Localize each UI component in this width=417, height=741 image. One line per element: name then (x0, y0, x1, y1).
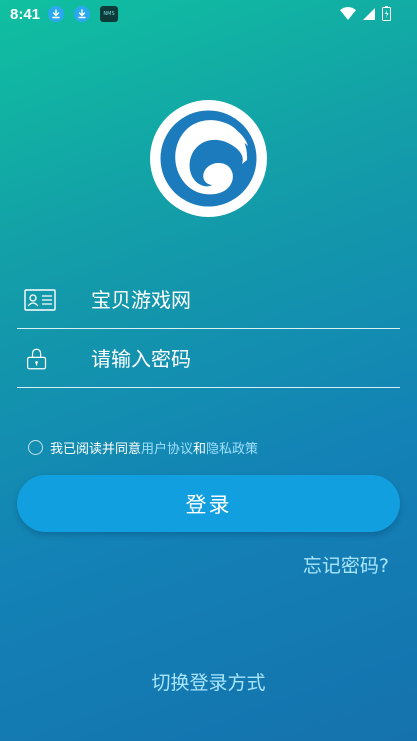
switch-login-method-link[interactable]: 切换登录方式 (0, 668, 417, 695)
username-input[interactable]: 宝贝游戏网 (91, 285, 191, 315)
download-icon (74, 6, 91, 22)
lock-icon (27, 348, 47, 370)
status-time: 8:41 (10, 5, 41, 23)
download-icon (48, 6, 65, 22)
signal-icon (363, 7, 375, 20)
agreement-radio[interactable] (28, 439, 43, 455)
password-input[interactable]: 请输入密码 (91, 344, 191, 374)
status-bar: 8:41 NMS (0, 0, 417, 28)
forgot-password-link[interactable]: 忘记密码? (303, 551, 389, 578)
app-logo (150, 100, 267, 217)
wifi-icon (340, 6, 356, 20)
agreement-conjunction: 和 (193, 441, 207, 457)
status-right (340, 6, 391, 21)
id-card-icon (24, 289, 56, 311)
password-field[interactable]: 请输入密码 (17, 330, 400, 388)
username-field[interactable]: 宝贝游戏网 (17, 271, 400, 329)
agreement-prefix: 我已阅读并同意 (50, 441, 142, 457)
agreement-row: 我已阅读并同意 用户协议 和 隐私政策 (28, 437, 258, 457)
privacy-policy-link[interactable]: 隐私政策 (206, 438, 258, 457)
login-button[interactable]: 登录 (17, 475, 400, 532)
nms-icon: NMS (100, 6, 119, 22)
user-agreement-link[interactable]: 用户协议 (141, 438, 193, 457)
battery-icon (382, 6, 391, 21)
